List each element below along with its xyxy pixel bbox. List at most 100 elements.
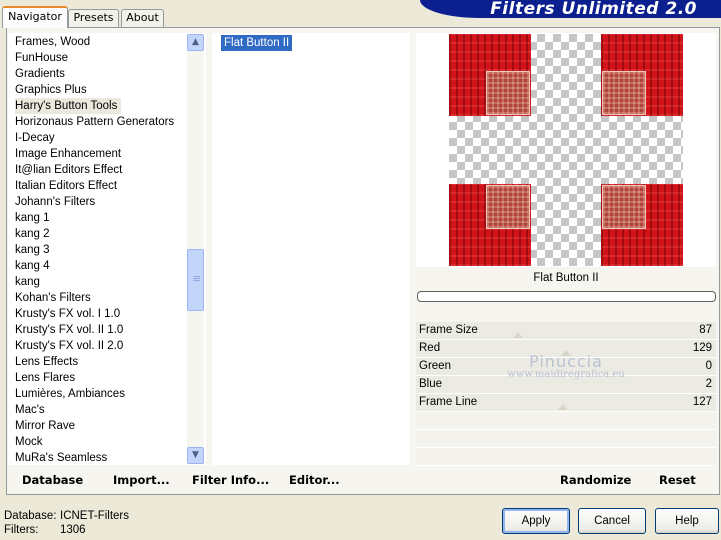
category-item[interactable]: Lens Effects [15,356,78,368]
list-item: Johann's Filters [15,194,185,210]
param-empty-row [416,412,716,430]
filter-info-link[interactable]: Filter Info... [192,473,269,487]
list-item: Gradients [15,66,185,82]
param-blue[interactable]: Blue 2 [416,376,716,394]
list-item: Mac's [15,402,185,418]
category-item[interactable]: Kohan's Filters [15,292,91,304]
database-link[interactable]: Database [22,473,83,487]
banner-title: Filters Unlimited 2.0 [490,0,697,18]
category-list[interactable]: Frames, Wood FunHouse Gradients Graphics Pl… [8,33,206,465]
filter-item-flat-button-ii[interactable]: Flat Button II [221,35,293,51]
category-item[interactable]: Horizonaus Pattern Generators [15,116,174,128]
category-item[interactable]: Frames, Wood [15,36,90,48]
category-item[interactable]: I-Decay [15,132,55,144]
category-item[interactable]: Krusty's FX vol. II 2.0 [15,340,123,352]
list-item: Italian Editors Effect [15,178,185,194]
slider-marker [561,350,571,356]
param-green[interactable]: Green 0 [416,358,716,376]
param-red[interactable]: Red 129 [416,340,716,358]
cancel-button[interactable]: Cancel [578,508,646,534]
list-item: It@lian Editors Effect [15,162,185,178]
status-database-label: Database: [4,510,57,522]
preview-block-inner [602,185,646,229]
list-item: Lumières, Ambiances [15,386,185,402]
category-item[interactable]: kang 3 [15,244,50,256]
param-empty-row [416,448,716,466]
category-item[interactable]: Lumières, Ambiances [15,388,125,400]
slider-marker [558,404,568,410]
param-value: 127 [692,396,712,408]
category-item[interactable]: Gradients [15,68,65,80]
category-item[interactable]: kang 1 [15,212,50,224]
preview-filter-name: Flat Button II [533,272,599,284]
parameter-list: Frame Size 87 Red 129 Green 0 Blue 2 Fra… [416,322,716,466]
param-actions: Randomize Reset [416,467,716,492]
tab-about[interactable]: About [121,9,164,27]
list-item: kang 2 [15,226,185,242]
category-item[interactable]: Krusty's FX vol. I 1.0 [15,308,120,320]
apply-button[interactable]: Apply [502,508,570,534]
category-item[interactable]: Mock [15,436,42,448]
param-frame-size[interactable]: Frame Size 87 [416,322,716,340]
category-item[interactable]: Italian Editors Effect [15,180,117,192]
param-frame-line[interactable]: Frame Line 127 [416,394,716,412]
list-item: Krusty's FX vol. II 1.0 [15,322,185,338]
list-item: Mirror Rave [15,418,185,434]
list-actions: Database Import... Filter Info... Editor… [8,467,412,492]
category-item[interactable]: Mirror Rave [15,420,75,432]
list-item: kang [15,274,185,290]
chevron-down-icon: ▼ [192,450,199,460]
list-item: kang 4 [15,258,185,274]
tab-navigator[interactable]: Navigator [2,6,68,28]
randomize-link[interactable]: Randomize [560,473,631,487]
list-item: MuRa's Seamless [15,450,185,465]
preview-block [601,184,683,266]
category-item[interactable]: FunHouse [15,52,68,64]
list-item: Graphics Plus [15,82,185,98]
tab-presets[interactable]: Presets [68,9,119,27]
scroll-up-button[interactable]: ▲ [187,34,204,51]
list-item: Image Enhancement [15,146,185,162]
reset-link[interactable]: Reset [659,473,696,487]
filter-list[interactable]: Flat Button II [212,33,410,465]
title-banner: Filters Unlimited 2.0 [420,0,721,18]
scroll-down-button[interactable]: ▼ [187,447,204,464]
preview-block-inner [602,71,646,115]
category-item[interactable]: kang [15,276,40,288]
preview-block-inner [486,185,530,229]
chevron-up-icon: ▲ [192,37,199,47]
category-scrollbar[interactable]: ▲ ▼ [187,34,204,464]
category-item[interactable]: kang 2 [15,228,50,240]
category-item[interactable]: Image Enhancement [15,148,121,160]
param-value: 87 [699,324,712,336]
list-item: kang 1 [15,210,185,226]
param-value: 129 [692,342,712,354]
param-value: 2 [705,378,712,390]
category-item[interactable]: MuRa's Seamless [15,452,107,464]
param-value: 0 [705,360,712,372]
category-item[interactable]: Lens Flares [15,372,75,384]
scroll-thumb[interactable] [187,249,204,311]
category-item[interactable]: kang 4 [15,260,50,272]
list-item: Krusty's FX vol. II 2.0 [15,338,185,354]
import-link[interactable]: Import... [113,473,170,487]
category-item[interactable]: It@lian Editors Effect [15,164,122,176]
editor-link[interactable]: Editor... [289,473,340,487]
tab-about-label: About [126,11,159,24]
preview-block [449,184,531,266]
list-item: Krusty's FX vol. I 1.0 [15,306,185,322]
category-item[interactable]: Mac's [15,404,45,416]
param-label: Blue [419,378,443,390]
category-item[interactable]: Graphics Plus [15,84,87,96]
param-label: Red [419,342,441,354]
category-item[interactable]: Johann's Filters [15,196,95,208]
param-label: Frame Size [419,324,478,336]
category-item[interactable]: Krusty's FX vol. II 1.0 [15,324,123,336]
list-item: Lens Flares [15,370,185,386]
category-item[interactable]: Harry's Button Tools [15,98,122,114]
help-button[interactable]: Help [655,508,719,534]
list-item: Lens Effects [15,354,185,370]
param-empty-row [416,430,716,448]
status-filters-label: Filters: [4,524,39,536]
list-item: Harry's Button Tools [15,98,185,114]
